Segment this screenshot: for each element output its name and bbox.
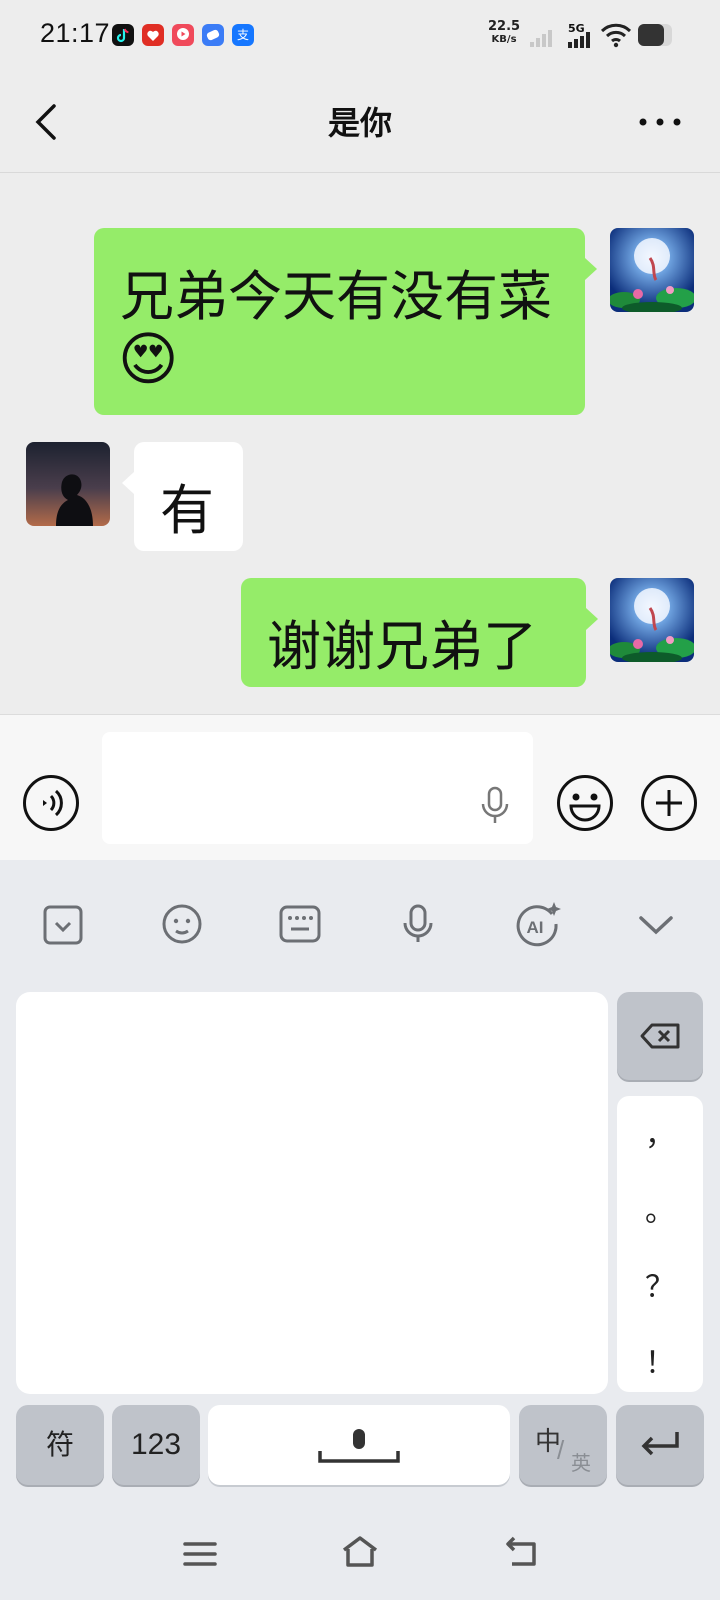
handwriting-area[interactable] <box>16 992 608 1394</box>
collapse-icon[interactable] <box>42 904 84 946</box>
status-bar: 21:17 支 22.5 KB/s 5G <box>0 0 720 72</box>
home-icon[interactable] <box>340 1534 380 1570</box>
question-key[interactable]: ？ <box>617 1262 703 1306</box>
message-text: 兄弟今天有没有菜 <box>120 265 552 328</box>
keyboard-icon[interactable] <box>278 904 322 944</box>
signal-weak-icon <box>530 30 552 47</box>
chevron-down-icon[interactable] <box>638 914 674 936</box>
message-bubble-sent[interactable]: 兄弟今天有没有菜 😍 <box>94 228 585 415</box>
bubble-tail <box>585 258 597 280</box>
exclamation-key[interactable]: ！ <box>617 1338 703 1382</box>
enter-key[interactable] <box>616 1405 704 1485</box>
heart-eyes-emoji: 😍 <box>118 325 179 393</box>
voice-mode-icon[interactable] <box>22 774 80 832</box>
message-text: 有 <box>160 479 214 542</box>
comma-key[interactable]: ， <box>617 1110 703 1154</box>
battery-icon <box>638 24 672 46</box>
message-bubble-received[interactable]: 有 <box>134 442 243 551</box>
page-title: 是你 <box>327 104 392 142</box>
pinduoduo-icon <box>142 24 164 46</box>
bubble-tail <box>122 472 134 494</box>
symbols-key[interactable]: 符 <box>16 1405 104 1485</box>
avatar-self[interactable] <box>610 578 694 662</box>
period-key[interactable]: 。 <box>617 1186 703 1230</box>
avatar-self[interactable] <box>610 228 694 312</box>
ai-icon[interactable]: AI <box>514 900 564 948</box>
voice-space-icon <box>318 1429 400 1463</box>
alipay-icon: 支 <box>232 24 254 46</box>
add-icon[interactable] <box>640 774 698 832</box>
backspace-icon <box>640 1023 680 1049</box>
emoji-icon[interactable] <box>161 903 203 945</box>
avatar-contact[interactable] <box>26 442 110 526</box>
mic-icon[interactable] <box>478 786 512 826</box>
douyin-icon <box>112 24 134 46</box>
bubble-tail <box>586 608 598 630</box>
back-icon[interactable] <box>502 1534 538 1570</box>
menu-icon[interactable] <box>182 1540 218 1568</box>
message-text: 谢谢兄弟了 <box>267 615 537 678</box>
enter-icon <box>641 1432 679 1456</box>
space-key[interactable] <box>208 1405 510 1485</box>
emoji-icon[interactable] <box>556 774 614 832</box>
network-speed: 22.5 KB/s <box>488 19 521 45</box>
svg-text:AI: AI <box>527 918 544 937</box>
backspace-key[interactable] <box>617 992 703 1080</box>
wifi-icon <box>600 23 632 48</box>
language-switch-key[interactable]: 中 / 英 <box>519 1405 607 1485</box>
browser-icon <box>202 24 224 46</box>
video-app-icon <box>172 24 194 46</box>
message-bubble-sent[interactable]: 谢谢兄弟了 <box>241 578 586 687</box>
svg-text:支: 支 <box>237 28 249 42</box>
clock: 21:17 <box>40 18 111 48</box>
message-input[interactable] <box>102 732 533 844</box>
more-icon[interactable] <box>638 116 682 128</box>
signal-icon <box>568 32 590 48</box>
numbers-key[interactable]: 123 <box>112 1405 200 1485</box>
mic-icon[interactable] <box>399 903 437 947</box>
